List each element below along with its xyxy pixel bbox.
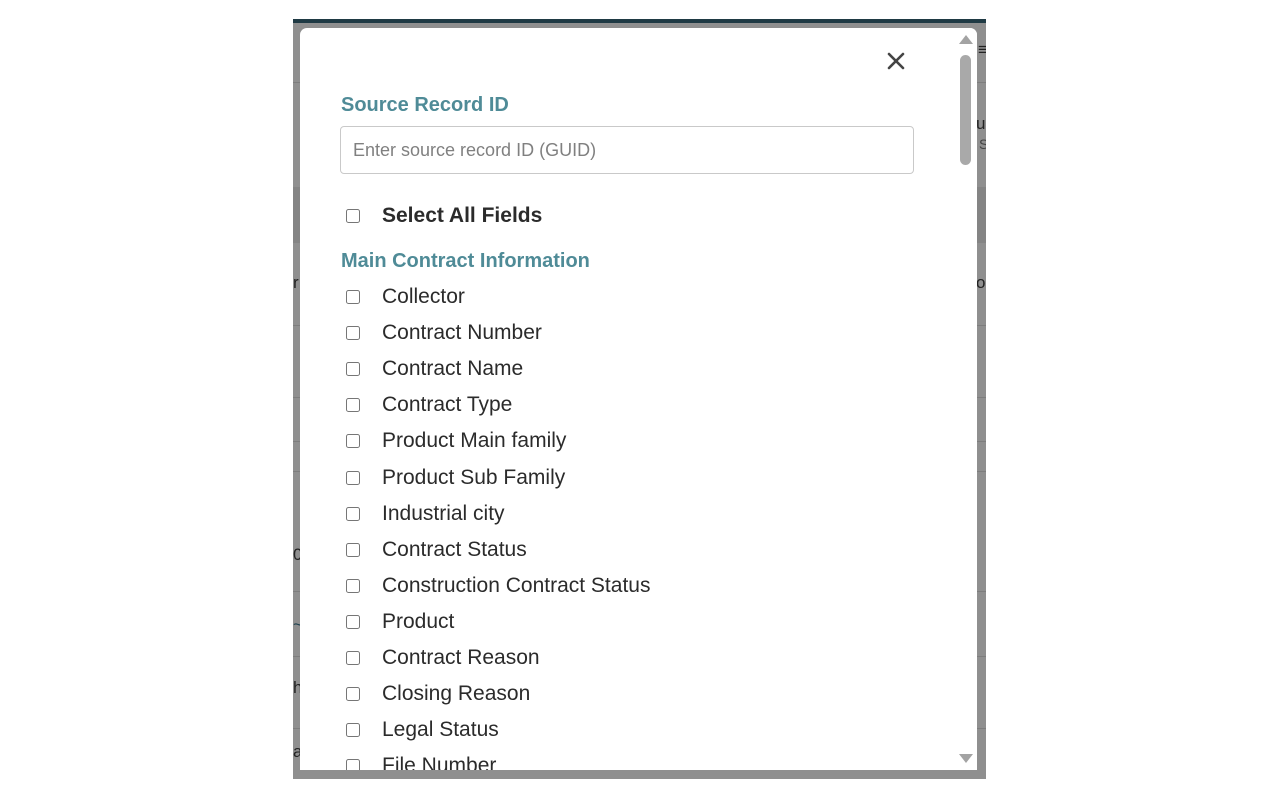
field-row[interactable]: Contract Name: [346, 355, 523, 383]
field-checkbox[interactable]: [346, 543, 360, 557]
field-row[interactable]: Contract Type: [346, 391, 512, 419]
field-row[interactable]: Product Main family: [346, 427, 566, 455]
background-icon-fragment: ≡: [978, 40, 986, 59]
scroll-thumb[interactable]: [960, 55, 971, 165]
field-checkbox[interactable]: [346, 362, 360, 376]
field-label: Product Main family: [382, 429, 567, 452]
select-all-label: Select All Fields: [382, 204, 543, 227]
source-record-id-input[interactable]: [340, 126, 914, 174]
background-text-fragment: r: [293, 273, 299, 292]
field-checkbox[interactable]: [346, 615, 360, 629]
background-text-fragment: o: [976, 273, 986, 292]
field-checkbox[interactable]: [346, 290, 360, 304]
source-record-heading: Source Record ID: [341, 94, 509, 116]
field-label: Contract Reason: [382, 646, 540, 669]
field-checkbox[interactable]: [346, 759, 360, 770]
field-row[interactable]: Contract Reason: [346, 644, 540, 672]
select-all-row[interactable]: Select All Fields: [346, 202, 542, 230]
close-button[interactable]: [881, 46, 911, 76]
field-label: Product Sub Family: [382, 466, 566, 489]
main-contract-heading: Main Contract Information: [341, 250, 590, 272]
field-checkbox[interactable]: [346, 507, 360, 521]
field-label: Contract Type: [382, 393, 513, 416]
field-label: Contract Name: [382, 357, 524, 380]
field-label: File Number: [382, 754, 497, 770]
field-row[interactable]: Collector: [346, 283, 465, 311]
background-text-fragment: S: [979, 136, 986, 152]
field-row[interactable]: Industrial city: [346, 500, 505, 528]
field-row[interactable]: Closing Reason: [346, 680, 530, 708]
field-label: Legal Status: [382, 718, 499, 741]
field-row[interactable]: Product Sub Family: [346, 464, 565, 492]
field-selection-modal: Source Record ID Select All Fields Main …: [300, 28, 977, 770]
modal-scrollbar[interactable]: [955, 28, 977, 770]
field-label: Industrial city: [382, 502, 505, 525]
field-row[interactable]: Legal Status: [346, 716, 499, 744]
field-row[interactable]: File Number: [346, 752, 496, 770]
field-row[interactable]: Contract Status: [346, 536, 527, 564]
background-top-bar: [293, 19, 986, 23]
scroll-down-arrow[interactable]: [959, 754, 973, 763]
field-checkbox[interactable]: [346, 326, 360, 340]
field-checkbox[interactable]: [346, 687, 360, 701]
field-row[interactable]: Construction Contract Status: [346, 572, 650, 600]
field-label: Contract Status: [382, 538, 527, 561]
field-label: Construction Contract Status: [382, 574, 651, 597]
field-label: Contract Number: [382, 321, 542, 344]
scroll-up-arrow[interactable]: [959, 35, 973, 44]
select-all-checkbox[interactable]: [346, 209, 360, 223]
field-row[interactable]: Product: [346, 608, 454, 636]
field-label: Collector: [382, 285, 465, 308]
field-label: Product: [382, 610, 455, 633]
background-text-fragment: u: [976, 114, 986, 133]
field-checkbox[interactable]: [346, 434, 360, 448]
close-icon: [887, 52, 905, 70]
field-checkbox[interactable]: [346, 723, 360, 737]
field-checkbox[interactable]: [346, 579, 360, 593]
field-checkbox[interactable]: [346, 651, 360, 665]
field-checkbox[interactable]: [346, 471, 360, 485]
field-row[interactable]: Contract Number: [346, 319, 542, 347]
field-label: Closing Reason: [382, 682, 531, 705]
field-checkbox[interactable]: [346, 398, 360, 412]
